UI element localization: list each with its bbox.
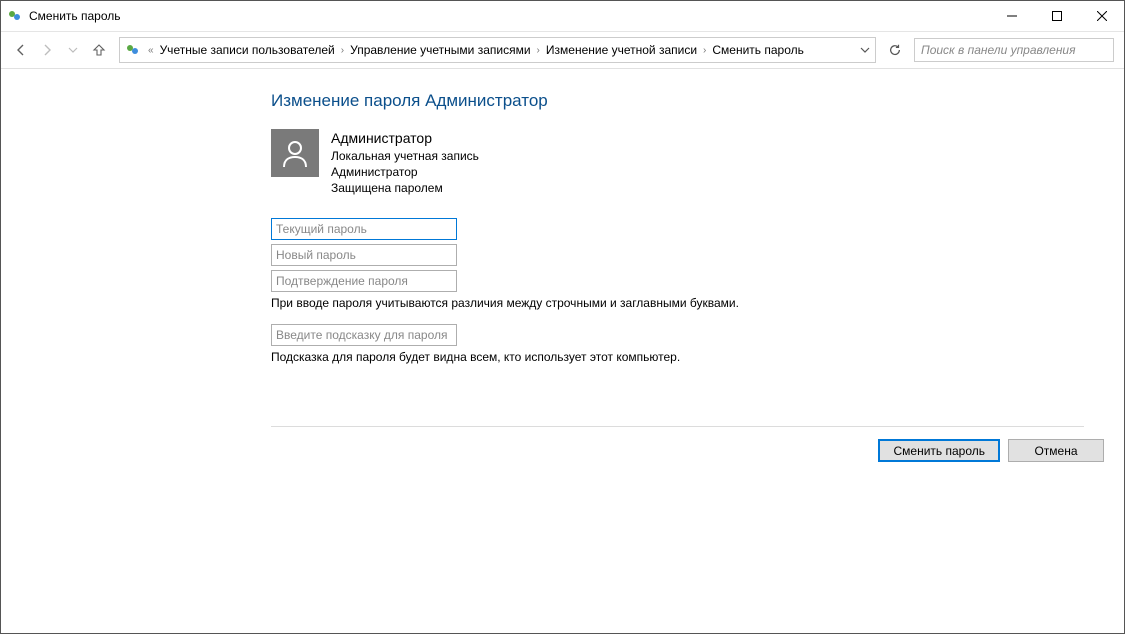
password-hint-input[interactable] (271, 324, 457, 346)
recent-dropdown-icon[interactable] (61, 38, 85, 62)
chevron-right-icon[interactable]: › (699, 38, 710, 62)
account-role: Администратор (331, 164, 479, 180)
account-protection: Защищена паролем (331, 180, 479, 196)
search-box[interactable] (914, 38, 1114, 62)
user-accounts-icon (124, 41, 142, 59)
account-block: Администратор Локальная учетная запись А… (271, 129, 1084, 196)
page-heading: Изменение пароля Администратор (271, 91, 1084, 111)
titlebar: Сменить пароль (1, 1, 1124, 32)
footer-area: Сменить пароль Отмена (271, 426, 1084, 462)
account-type: Локальная учетная запись (331, 148, 479, 164)
minimize-button[interactable] (989, 1, 1034, 31)
avatar (271, 129, 319, 177)
breadcrumb-item[interactable]: Управление учетными записями (348, 38, 532, 62)
control-panel-icon (7, 8, 23, 24)
breadcrumb-item[interactable]: Сменить пароль (710, 38, 806, 62)
breadcrumb-item[interactable]: Учетные записи пользователей (158, 38, 337, 62)
button-row: Сменить пароль Отмена (271, 427, 1104, 462)
window-title: Сменить пароль (29, 9, 121, 23)
refresh-button[interactable] (884, 39, 906, 61)
window-controls (989, 1, 1124, 31)
back-button[interactable] (9, 38, 33, 62)
window: Сменить пароль (0, 0, 1125, 634)
toolbar: « Учетные записи пользователей › Управле… (1, 32, 1124, 69)
hint-visibility-note: Подсказка для пароля будет видна всем, к… (271, 350, 1084, 364)
up-button[interactable] (87, 38, 111, 62)
address-bar[interactable]: « Учетные записи пользователей › Управле… (119, 37, 876, 63)
content-area: Изменение пароля Администратор Администр… (1, 69, 1124, 633)
breadcrumb-item[interactable]: Изменение учетной записи (544, 38, 699, 62)
new-password-input[interactable] (271, 244, 457, 266)
titlebar-left: Сменить пароль (1, 8, 121, 24)
chevron-right-icon[interactable]: › (533, 38, 544, 62)
change-password-button[interactable]: Сменить пароль (878, 439, 1000, 462)
close-button[interactable] (1079, 1, 1124, 31)
search-input[interactable] (919, 42, 1109, 58)
address-dropdown-icon[interactable] (857, 45, 873, 55)
maximize-button[interactable] (1034, 1, 1079, 31)
page-body: Изменение пароля Администратор Администр… (271, 69, 1084, 462)
breadcrumb-overflow-icon[interactable]: « (144, 38, 158, 62)
chevron-right-icon[interactable]: › (337, 38, 348, 62)
case-sensitive-note: При вводе пароля учитываются различия ме… (271, 296, 1084, 310)
account-name: Администратор (331, 129, 479, 148)
cancel-button[interactable]: Отмена (1008, 439, 1104, 462)
current-password-input[interactable] (271, 218, 457, 240)
account-info: Администратор Локальная учетная запись А… (331, 129, 479, 196)
forward-button[interactable] (35, 38, 59, 62)
confirm-password-input[interactable] (271, 270, 457, 292)
